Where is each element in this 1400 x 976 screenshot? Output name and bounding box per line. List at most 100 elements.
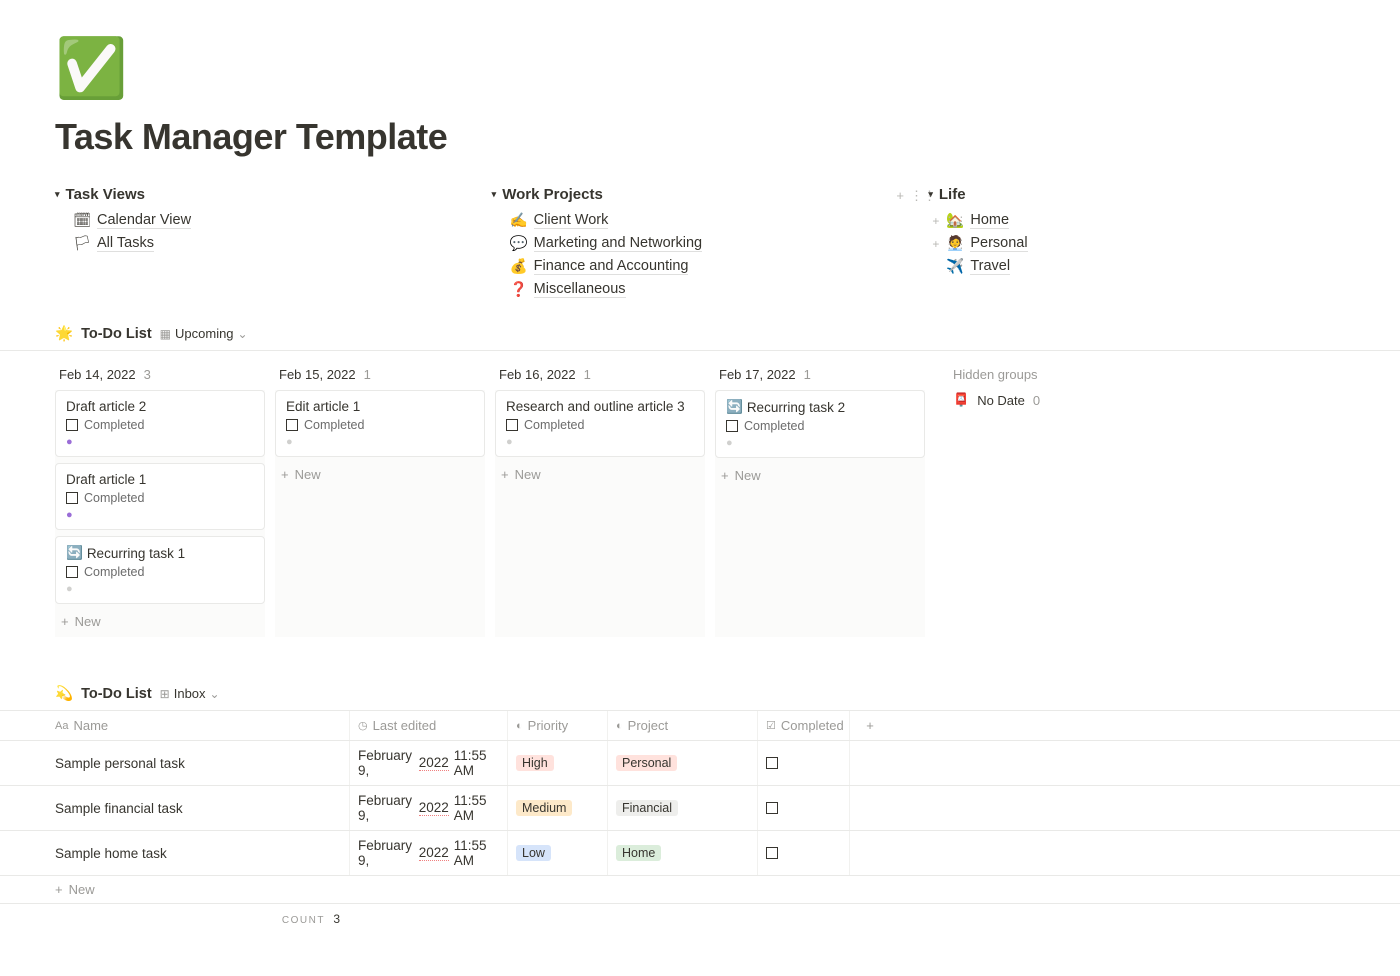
cell-name[interactable]: Sample personal task [0, 741, 350, 785]
drag-handle-icon[interactable]: ⋮⋮ [943, 237, 967, 251]
plus-icon: + [721, 468, 729, 483]
cell-last-edited: February 9, 2022 11:55 AM [350, 831, 508, 875]
cell-priority[interactable]: High [508, 741, 608, 785]
new-label: New [295, 467, 321, 482]
board-card[interactable]: Draft article 2Completed● [55, 390, 265, 457]
cell-priority[interactable]: Medium [508, 786, 608, 830]
board-column: Feb 15, 20221Edit article 1Completed● + Ne… [275, 361, 485, 637]
checkbox[interactable] [726, 420, 738, 432]
checkbox[interactable] [766, 802, 778, 814]
board-column-header[interactable]: Feb 17, 20221 [715, 361, 925, 390]
sidebar-item-personal[interactable]: +⋮⋮ 🧑‍💼 Personal [946, 232, 1345, 255]
card-title: Recurring task 2 [747, 400, 845, 415]
nav-header-life[interactable]: ▾ Life [928, 186, 1345, 203]
col-name[interactable]: AaName [0, 711, 350, 740]
cell-spacer [890, 831, 1400, 875]
writing-icon: ✍️ [510, 212, 528, 229]
board-card[interactable]: Research and outline article 3Completed● [495, 390, 705, 457]
sidebar-item-all-tasks[interactable]: 🏳 All Tasks [73, 232, 472, 255]
checkbox[interactable] [766, 757, 778, 769]
table-section-title: To-Do List [81, 686, 152, 702]
hidden-group-no-date[interactable]: 📮No Date0 [953, 392, 1131, 408]
sidebar-item-miscellaneous[interactable]: ❓ Miscellaneous [510, 278, 909, 301]
drag-handle-icon[interactable]: ⋮⋮ [910, 188, 936, 204]
add-icon[interactable]: + [896, 188, 904, 204]
nav-col-work-projects: ▾ Work Projects ✍️ Client Work 💬 Marketi… [492, 186, 909, 301]
new-card-button[interactable]: +New [495, 463, 705, 486]
sidebar-item-finance[interactable]: 💰 Finance and Accounting [510, 255, 909, 278]
checkbox[interactable] [66, 492, 78, 504]
new-card-button[interactable]: + New [715, 464, 925, 487]
completed-label: Completed [84, 491, 144, 505]
cell-project[interactable]: Personal [608, 741, 758, 785]
checkbox[interactable] [766, 847, 778, 859]
cell-project[interactable]: Financial [608, 786, 758, 830]
chevron-down-icon: ▾ [492, 189, 497, 200]
nav-columns: ▾ Task Views 🗓 Calendar View 🏳 All Tasks… [55, 186, 1345, 301]
col-last-edited[interactable]: ◷Last edited [350, 711, 508, 740]
board-column-header[interactable]: Feb 16, 20221 [495, 361, 705, 390]
col-project[interactable]: ◐Project [608, 711, 758, 740]
board-column-header[interactable]: Feb 15, 20221 [275, 361, 485, 390]
table-view-selector[interactable]: ⊞ Inbox ⌄ [160, 686, 220, 701]
board-card[interactable]: 🔄Recurring task 2Completed● [715, 390, 925, 458]
sidebar-item-label: Marketing and Networking [534, 235, 702, 252]
board-view-selector[interactable]: ▦ Upcoming ⌄ [160, 326, 248, 341]
cell-name[interactable]: Sample financial task [0, 786, 350, 830]
completed-label: Completed [84, 565, 144, 579]
cell-completed[interactable] [758, 741, 850, 785]
sidebar-item-marketing[interactable]: 💬 Marketing and Networking [510, 232, 909, 255]
checkbox[interactable] [66, 566, 78, 578]
nav-header-work-projects[interactable]: ▾ Work Projects [492, 186, 909, 203]
col-completed[interactable]: ☑Completed [758, 711, 850, 740]
board-column-header[interactable]: Feb 14, 20223 [55, 361, 265, 390]
new-card-button[interactable]: +New [55, 610, 265, 633]
priority-tag: Low [516, 845, 551, 861]
column-date: Feb 16, 2022 [499, 367, 576, 382]
page-icon[interactable]: ✅ [55, 40, 1345, 98]
nav-title: Life [939, 186, 966, 203]
column-date: Feb 15, 2022 [279, 367, 356, 382]
money-icon: 💰 [510, 258, 528, 275]
checkbox-icon: ☑ [766, 719, 776, 732]
table-row[interactable]: Sample home taskFebruary 9, 2022 11:55 A… [0, 831, 1400, 876]
sidebar-item-label: Home [970, 212, 1009, 229]
cell-completed[interactable] [758, 786, 850, 830]
add-icon[interactable]: + [932, 237, 939, 251]
sidebar-item-travel[interactable]: ✈️ Travel [946, 255, 1345, 278]
card-title: Draft article 1 [66, 472, 146, 487]
drag-handle-icon[interactable]: ⋮⋮ [943, 214, 967, 228]
cell-priority[interactable]: Low [508, 831, 608, 875]
cell-name[interactable]: Sample home task [0, 831, 350, 875]
cell-project[interactable]: Home [608, 831, 758, 875]
completed-label: Completed [304, 418, 364, 432]
board-card[interactable]: Draft article 1Completed● [55, 463, 265, 530]
sidebar-item-client-work[interactable]: ✍️ Client Work [510, 209, 909, 232]
sidebar-item-home[interactable]: +⋮⋮ 🏡 Home [946, 209, 1345, 232]
checkbox[interactable] [66, 419, 78, 431]
cell-last-edited: February 9, 2022 11:55 AM [350, 741, 508, 785]
column-count: 1 [804, 367, 811, 382]
sidebar-item-calendar-view[interactable]: 🗓 Calendar View [73, 209, 472, 232]
add-column-button[interactable]: + [850, 711, 890, 740]
checkbox[interactable] [506, 419, 518, 431]
plus-icon: + [281, 467, 289, 482]
table-row[interactable]: Sample personal taskFebruary 9, 2022 11:… [0, 741, 1400, 786]
col-priority[interactable]: ◐Priority [508, 711, 608, 740]
nav-header-task-views[interactable]: ▾ Task Views [55, 186, 472, 203]
table-row[interactable]: Sample financial taskFebruary 9, 2022 11… [0, 786, 1400, 831]
add-icon[interactable]: + [932, 214, 939, 228]
board-column: Feb 14, 20223Draft article 2Completed● Dr… [55, 361, 265, 637]
new-label: New [735, 468, 761, 483]
calendar-icon: 🗓 [73, 212, 91, 229]
status-dot-icon: ● [66, 583, 254, 595]
speech-icon: 💬 [510, 235, 528, 252]
cell-completed[interactable] [758, 831, 850, 875]
board-card[interactable]: 🔄Recurring task 1Completed● [55, 536, 265, 604]
sidebar-item-label: All Tasks [97, 235, 154, 252]
new-card-button[interactable]: + New [275, 463, 485, 486]
table-new-row[interactable]: + New [0, 876, 1400, 904]
board-card[interactable]: Edit article 1Completed● [275, 390, 485, 457]
checkbox[interactable] [286, 419, 298, 431]
board-section-header: 🌟 To-Do List ▦ Upcoming ⌄ [55, 325, 1345, 342]
